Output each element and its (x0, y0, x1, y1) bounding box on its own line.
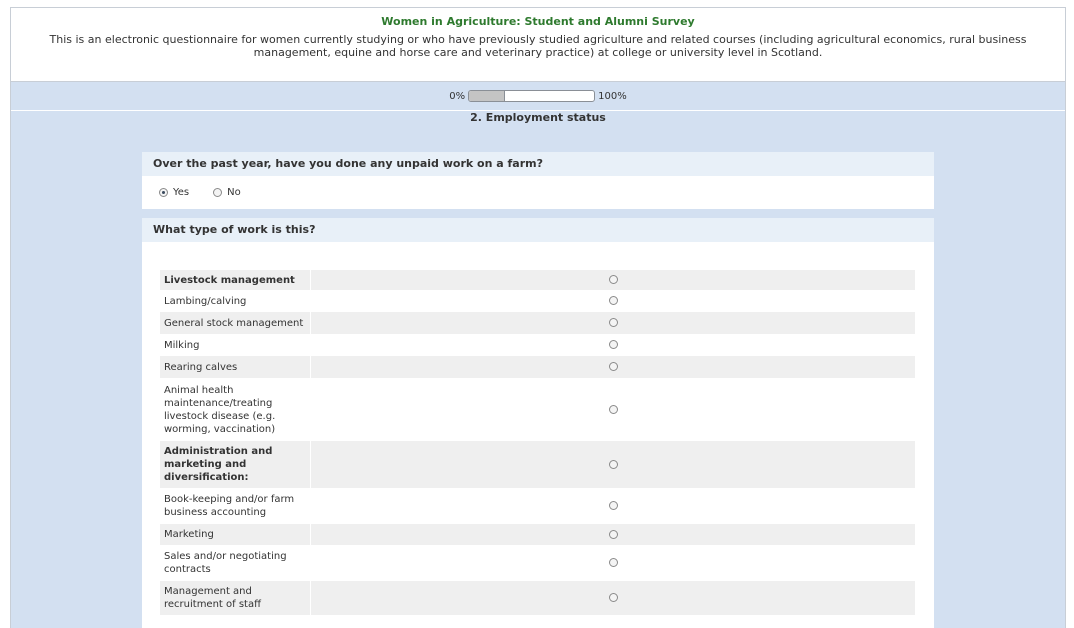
radio-option[interactable] (608, 340, 618, 349)
row-radio-cell (311, 488, 916, 524)
radio-group-unpaid-work: Yes No (142, 176, 934, 209)
survey-title: Women in Agriculture: Student and Alumni… (381, 15, 695, 28)
option-yes-label: Yes (173, 187, 190, 198)
row-label: Administration and marketing and diversi… (160, 441, 311, 488)
row-label: Sales and/or negotiating contracts (160, 545, 311, 581)
row-radio-cell (311, 441, 916, 488)
question-unpaid-work: Over the past year, have you done any un… (142, 152, 934, 209)
radio-option[interactable] (608, 501, 618, 510)
section-title: 2. Employment status (470, 111, 606, 124)
progress-end-label: 100% (598, 90, 627, 102)
row-label: Book-keeping and/or farm business accoun… (160, 488, 311, 524)
work-type-table: Livestock management Lambing/calving Gen… (160, 270, 915, 615)
row-radio-cell (311, 545, 916, 581)
survey-header: Women in Agriculture: Student and Alumni… (11, 8, 1065, 82)
option-no[interactable]: No (213, 187, 241, 198)
radio-no[interactable] (213, 188, 223, 197)
radio-option[interactable] (608, 558, 618, 567)
table-row: Rearing calves (160, 356, 915, 378)
row-radio-cell (311, 270, 916, 290)
option-yes[interactable]: Yes (159, 187, 189, 198)
question-text: What type of work is this? (142, 218, 934, 242)
row-label: Animal health maintenance/treating lives… (160, 378, 311, 441)
question-work-type: What type of work is this? Livestock man… (142, 218, 934, 628)
row-radio-cell (311, 524, 916, 545)
progress-start-label: 0% (449, 90, 466, 102)
radio-option[interactable] (608, 318, 618, 327)
question-text: Over the past year, have you done any un… (142, 152, 934, 176)
table-row: Administration and marketing and diversi… (160, 441, 915, 488)
row-label: Rearing calves (160, 356, 311, 378)
radio-option[interactable] (608, 296, 618, 305)
row-label: Marketing (160, 524, 311, 545)
progress-fill (469, 91, 506, 101)
table-row: Livestock management (160, 270, 915, 290)
table-row: Marketing (160, 524, 915, 545)
row-radio-cell (311, 581, 916, 615)
radio-option[interactable] (608, 529, 618, 539)
row-radio-cell (311, 356, 916, 378)
table-row: Sales and/or negotiating contracts (160, 545, 915, 581)
row-radio-cell (311, 378, 916, 441)
row-radio-cell (311, 312, 916, 334)
table-row: General stock management (160, 312, 915, 334)
progress-bar (468, 90, 596, 102)
radio-option[interactable] (608, 275, 618, 284)
table-row: Animal health maintenance/treating lives… (160, 378, 915, 441)
survey-description: This is an electronic questionnaire for … (49, 33, 1027, 59)
survey-frame: Women in Agriculture: Student and Alumni… (10, 7, 1066, 628)
radio-option[interactable] (608, 404, 618, 414)
row-radio-cell (311, 334, 916, 356)
radio-option[interactable] (608, 459, 618, 469)
table-row: Management and recruitment of staff (160, 581, 915, 615)
radio-yes[interactable] (159, 188, 168, 197)
table-row: Book-keeping and/or farm business accoun… (160, 488, 915, 524)
row-radio-cell (311, 290, 916, 312)
row-label: Milking (160, 334, 311, 356)
row-label: Livestock management (160, 270, 311, 290)
progress-indicator: 0% 100% (11, 82, 1065, 111)
row-label: General stock management (160, 312, 311, 334)
row-label: Lambing/calving (160, 290, 311, 312)
radio-option[interactable] (608, 593, 618, 602)
radio-option[interactable] (608, 362, 618, 371)
option-no-label: No (227, 187, 241, 198)
row-label: Management and recruitment of staff (160, 581, 311, 615)
table-row: Lambing/calving (160, 290, 915, 312)
table-row: Milking (160, 334, 915, 356)
